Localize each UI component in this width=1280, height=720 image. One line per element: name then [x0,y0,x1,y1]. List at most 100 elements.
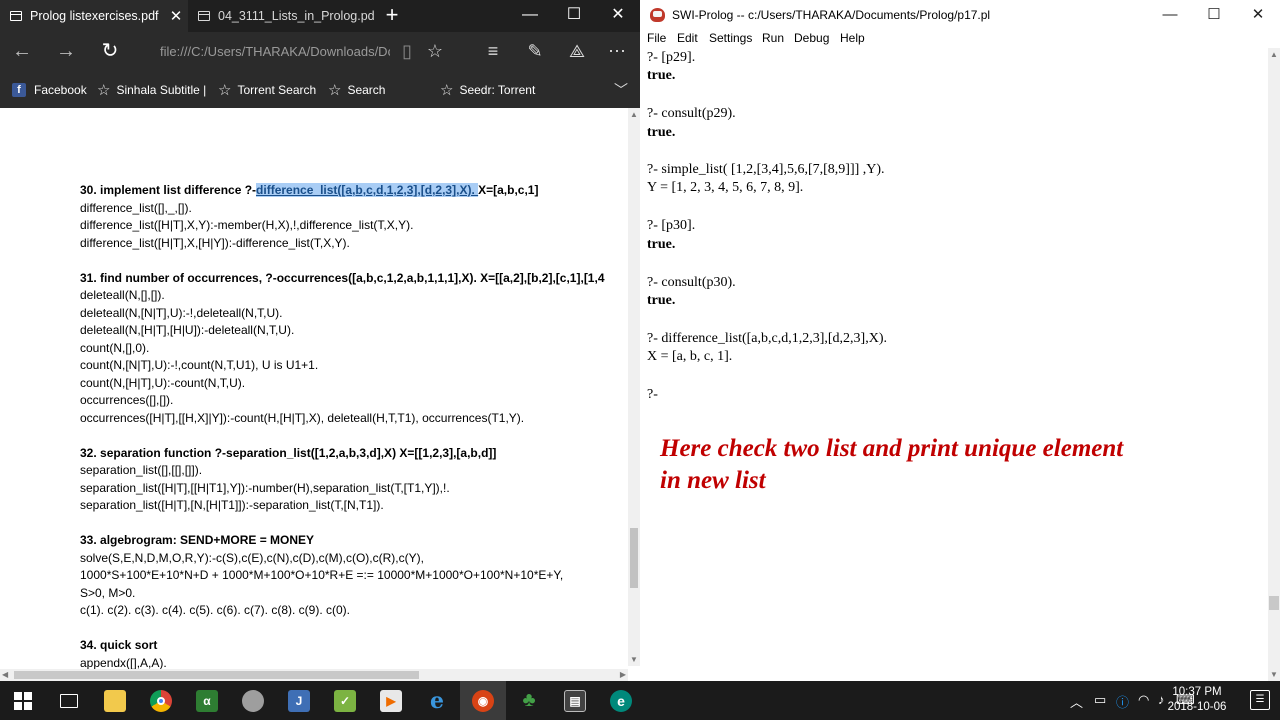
task-view-icon [60,693,78,708]
folder-icon [104,689,126,712]
pdf-line-text: occurrences([],[]). [80,393,174,407]
favorite-star-icon[interactable]: ☆ [420,38,450,66]
menu-debug[interactable]: Debug [794,30,829,46]
swi-prolog-window: SWI-Prolog -- c:/Users/THARAKA/Documents… [640,0,1280,681]
menu-file[interactable]: File [647,30,666,46]
scroll-up-icon[interactable]: ▲ [1270,50,1278,59]
pdf-viewer[interactable]: 30. implement list difference ?-differen… [0,108,640,681]
scroll-down-icon[interactable]: ▼ [630,655,638,664]
favorite-torrent-search[interactable]: ☆ Torrent Search [218,72,316,108]
forward-icon[interactable]: → [50,38,82,66]
menu-settings[interactable]: Settings [709,30,752,46]
console-line: ?- difference_list([a,b,c,d,1,2,3],[d,2,… [647,331,887,346]
web-note-icon[interactable]: ✎ [520,38,550,66]
hub-icon[interactable]: ≡ [478,38,508,66]
info-icon[interactable]: ⓘ [1116,692,1129,711]
close-window-button[interactable]: ✕ [596,0,640,32]
scroll-right-icon[interactable]: ▶ [620,670,626,679]
pdf-code-line: 1000*S+100*E+10*N+D + 1000*M+100*O+10*R+… [80,567,628,585]
notification-icon[interactable]: ☰ [1250,690,1270,710]
scrollbar-thumb[interactable] [630,528,638,588]
console-vertical-scrollbar[interactable]: ▲ ▼ [1268,48,1280,681]
taskbar-media-player[interactable]: ▶ [368,681,414,720]
more-icon[interactable]: ⋯ [602,38,632,66]
favorite-sinhala-subtitle[interactable]: ☆ Sinhala Subtitle | [97,72,206,108]
annotation-line: Here check two list and print unique ele… [660,435,1124,462]
taskbar-swi-prolog[interactable]: ◉ [460,681,506,720]
chevron-down-icon[interactable]: ﹀ [614,80,628,100]
refresh-icon[interactable]: ↻ [94,38,126,66]
windows-logo-icon [14,691,32,710]
clock-date: 2018-10-06 [1167,701,1227,713]
pdf-code-line: count(N,[H|T],U):-count(N,T,U). [80,375,628,393]
star-icon: ☆ [440,82,454,99]
console-line: ?- [p30]. [647,218,696,233]
pdf-line-text: 31. find number of occurrences, ?-occurr… [80,270,605,285]
tab-prolog-listexercises[interactable]: Prolog listexercises.pdf ✕ [0,0,188,32]
task-view-button[interactable] [46,681,92,720]
share-icon[interactable]: ⟁ [562,38,592,66]
start-button[interactable] [0,681,46,720]
favorite-label: Facebook [34,83,87,97]
scrollbar-thumb[interactable] [14,671,419,679]
taskbar-app[interactable] [230,681,276,720]
chrome-icon [150,689,172,712]
taskbar-app[interactable]: e [598,681,644,720]
taskbar-file-explorer[interactable] [92,681,138,720]
taskbar-app[interactable]: α [184,681,230,720]
star-icon: ☆ [218,82,232,99]
new-tab-button[interactable]: + [380,3,404,29]
menu-help[interactable]: Help [840,30,865,46]
minimize-button[interactable]: — [1148,0,1192,30]
pdf-code-line: difference_list([H|T],X,[H|Y]):-differen… [80,235,628,253]
favorite-facebook[interactable]: f Facebook [12,72,87,108]
favorite-seedr-torrent[interactable]: ☆ Seedr: Torrent [440,72,535,108]
maximize-button[interactable]: ☐ [1192,0,1236,30]
pdf-blank-line [80,252,628,270]
window-title: SWI-Prolog -- c:/Users/THARAKA/Documents… [672,8,991,22]
pdf-code-line: count(N,[],0). [80,340,628,358]
wifi-icon[interactable]: ◠ [1138,692,1149,708]
minimize-button[interactable]: — [508,0,552,32]
battery-icon[interactable]: ▭ [1094,692,1106,708]
pdf-line-text: 33. algebrogram: SEND+MORE = MONEY [80,533,315,547]
pdf-code-line: c(1). c(2). c(3). c(4). c(5). c(6). c(7)… [80,602,628,620]
favorite-search[interactable]: ☆ Search [328,72,385,108]
taskbar-app[interactable]: ✓ [322,681,368,720]
prolog-console[interactable]: ?- [p29]. true. ?- consult(p29). true. ?… [640,48,1268,681]
taskbar-edge[interactable]: e [414,681,460,720]
scroll-left-icon[interactable]: ◀ [2,670,8,679]
pdf-vertical-scrollbar[interactable]: ▲ ▼ [628,108,640,666]
close-window-button[interactable]: ✕ [1236,0,1280,30]
pdf-line-text: appendx([],A,A). [80,655,167,670]
pdf-horizontal-scrollbar[interactable]: ◀ ▶ [0,669,628,681]
chevron-up-icon[interactable]: ︿ [1070,692,1083,711]
taskbar-app[interactable]: J [276,681,322,720]
clock[interactable]: 10:37 PM 2018-10-06 [1162,685,1232,715]
pdf-line-text: 32. separation function ?-separation_lis… [80,445,497,460]
tab-lists-in-prolog[interactable]: 04_3111_Lists_in_Prolog.pdf [188,0,374,32]
pdf-line-text: occurrences([H|T],[[H,X]|Y]):-count(H,[H… [80,410,525,425]
favorite-label: Search [347,83,386,97]
console-line: true. [647,237,676,252]
pdf-line-text: deleteall(N,[],[]). [80,288,165,302]
close-tab-icon[interactable]: ✕ [164,7,188,25]
pdf-line-text: difference_list([H|T],X,[H|Y]):-differen… [80,235,350,250]
scroll-up-icon[interactable]: ▲ [630,110,638,119]
taskbar-app[interactable]: ♣ [506,681,552,720]
pdf-selected-text[interactable]: difference_list([a,b,c,d,1,2,3],[d,2,3],… [256,183,479,197]
taskbar-chrome[interactable] [138,681,184,720]
taskbar: α J ✓ ▶ e ◉ ♣ ▤ e ︿ ▭ ⓘ ◠ ♪ ⌨ 10:37 PM 2… [0,681,1280,720]
menu-edit[interactable]: Edit [677,30,698,46]
console-prompt[interactable]: ?- [647,387,658,403]
back-icon[interactable]: ← [6,38,38,66]
address-bar[interactable]: file:///C:/Users/THARAKA/Downloads/Dc [150,38,390,66]
scroll-down-icon[interactable]: ▼ [1270,670,1278,679]
menu-run[interactable]: Run [762,30,784,46]
scrollbar-thumb[interactable] [1269,596,1279,610]
menu-bar: File Edit Settings Run Debug Help [640,30,1280,48]
maximize-button[interactable]: ☐ [552,0,596,32]
taskbar-app[interactable]: ▤ [552,681,598,720]
app-icon [242,689,264,712]
reading-view-icon[interactable]: ▯ [392,38,422,66]
